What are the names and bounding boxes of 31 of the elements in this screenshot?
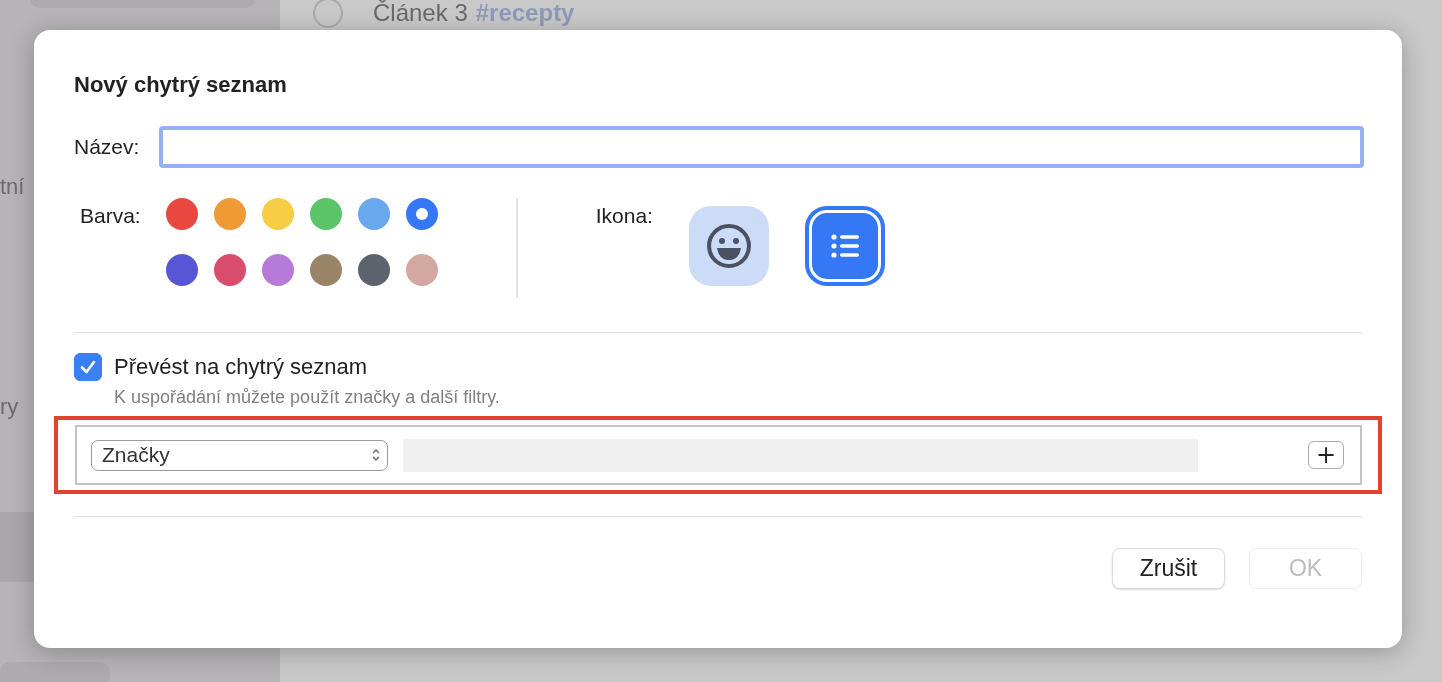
- sidebar-label: ry: [0, 394, 19, 420]
- color-swatch[interactable]: [165, 254, 198, 286]
- name-label: Název:: [74, 135, 140, 159]
- color-label: Barva:: [80, 204, 141, 228]
- color-swatch[interactable]: [405, 254, 438, 286]
- color-swatch[interactable]: [309, 254, 342, 286]
- name-field[interactable]: [159, 126, 1364, 168]
- add-button[interactable]: +: [1308, 441, 1344, 469]
- reminder-title: Článek 3: [373, 0, 468, 27]
- color-swatch[interactable]: [309, 198, 342, 230]
- color-swatch[interactable]: [357, 254, 390, 286]
- color-swatch[interactable]: [405, 198, 438, 230]
- filter-select[interactable]: Značky: [91, 439, 388, 471]
- list-icon[interactable]: [804, 206, 885, 286]
- icon-label: Ikona:: [595, 204, 653, 228]
- color-swatch[interactable]: [213, 254, 246, 286]
- chevron-up-down-icon: [371, 447, 381, 463]
- color-swatch[interactable]: [261, 198, 294, 230]
- sidebar-label: tní: [0, 174, 25, 200]
- checkbox-label: Převést na chytrý seznam: [114, 354, 368, 380]
- reminder-radio[interactable]: [313, 0, 343, 28]
- hint-text: K uspořádání můžete použít značky a další filtry.: [114, 387, 501, 408]
- color-swatch[interactable]: [261, 254, 294, 286]
- color-swatch[interactable]: [213, 198, 246, 230]
- smiley-icon[interactable]: [688, 206, 769, 286]
- cancel-button[interactable]: Zrušit: [1112, 548, 1225, 589]
- reminder-tag: #recepty: [475, 0, 575, 27]
- dialog-title: Nový chytrý seznam: [74, 72, 288, 99]
- color-swatch[interactable]: [165, 198, 198, 230]
- checkbox[interactable]: [74, 353, 102, 381]
- color-swatch[interactable]: [357, 198, 390, 230]
